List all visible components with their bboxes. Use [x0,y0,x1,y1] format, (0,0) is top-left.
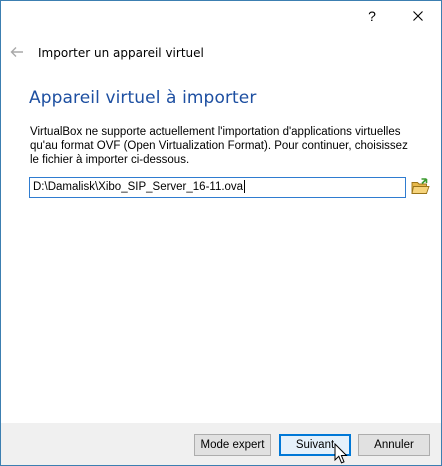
wizard-title: Importer un appareil virtuel [38,46,204,60]
back-arrow-icon[interactable] [10,46,24,58]
import-appliance-dialog: ? Importer un appareil virtuel Appareil … [0,0,442,466]
text-caret [244,180,246,194]
help-button[interactable]: ? [349,1,395,31]
instructions-text: VirtualBox ne supporte actuellement l'im… [30,126,408,166]
close-icon [413,11,423,21]
close-button[interactable] [395,1,441,31]
file-path-input[interactable]: D:\Damalisk\Xibo_SIP_Server_16-11.ova [29,177,406,198]
cancel-button[interactable]: Annuler [358,434,430,456]
page-heading: Appareil virtuel à importer [29,88,257,108]
button-bar: Mode expert Suivant Annuler [1,423,441,465]
folder-open-icon[interactable] [411,178,430,196]
next-button[interactable]: Suivant [279,434,351,456]
wizard-header: Importer un appareil virtuel [1,39,441,67]
expert-mode-button[interactable]: Mode expert [194,434,271,456]
file-path-value: D:\Damalisk\Xibo_SIP_Server_16-11.ova [33,181,244,193]
title-bar: ? [1,1,441,31]
